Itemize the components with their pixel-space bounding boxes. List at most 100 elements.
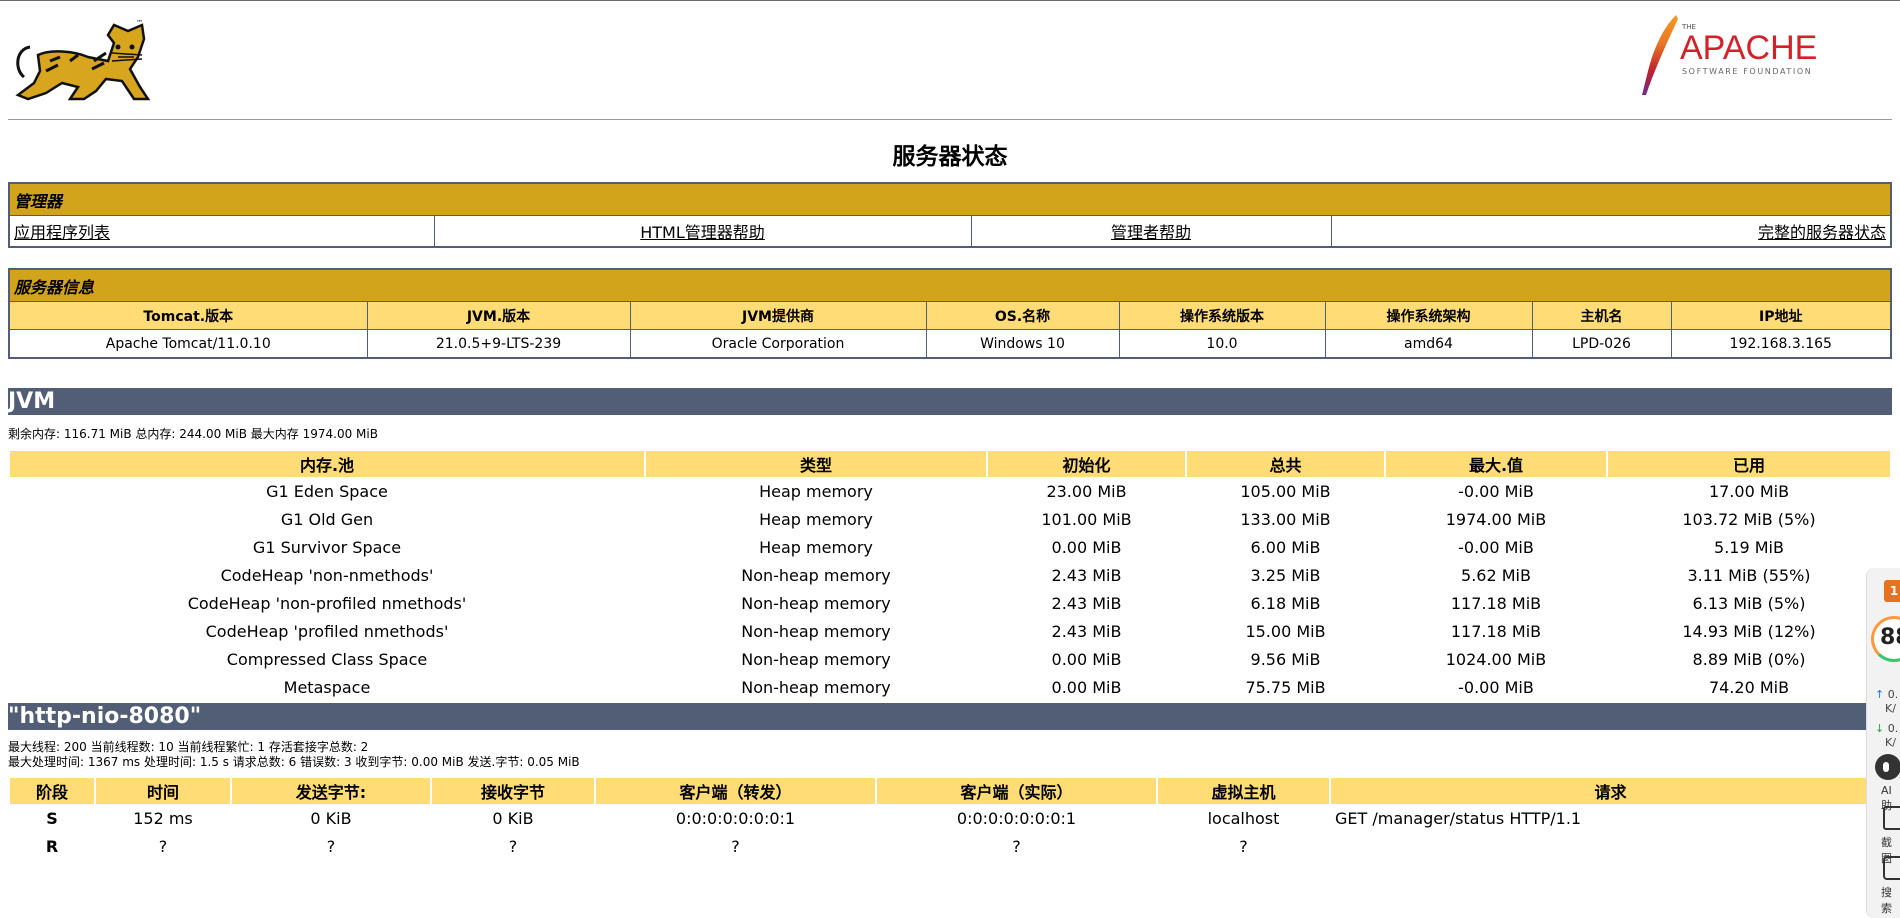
connector-section-title: "http-nio-8080" bbox=[8, 703, 1892, 730]
pool-initial-cell: 0.00 MiB bbox=[1051, 537, 1122, 557]
pool-type-cell: Heap memory bbox=[759, 509, 873, 529]
virtual-host-cell: ? bbox=[1239, 836, 1248, 856]
pool-max-cell: -0.00 MiB bbox=[1458, 481, 1534, 501]
memory-pool-row: G1 Old Gen Heap memory 101.00 MiB 133.00 Mi… bbox=[10, 505, 1890, 533]
ip-address-value: 192.168.3.165 bbox=[1670, 329, 1892, 359]
pool-total-cell: 3.25 MiB bbox=[1250, 565, 1321, 585]
pool-used-cell: 8.89 MiB (0%) bbox=[1692, 649, 1806, 669]
pool-initial-cell: 2.43 MiB bbox=[1051, 621, 1122, 641]
memory-pool-row: Compressed Class Space Non-heap memory 0.0… bbox=[10, 645, 1890, 673]
pool-total-cell: 105.00 MiB bbox=[1240, 481, 1331, 501]
pool-used-cell: 14.93 MiB (12%) bbox=[1682, 621, 1816, 641]
pool-initial-cell: 2.43 MiB bbox=[1051, 593, 1122, 613]
os-arch-value: amd64 bbox=[1324, 329, 1533, 359]
header-ip-address: IP地址 bbox=[1670, 301, 1892, 330]
jvm-section-title: JVM bbox=[8, 388, 1892, 415]
pool-type-cell: Non-heap memory bbox=[741, 593, 891, 613]
pool-total-cell: 15.00 MiB bbox=[1245, 621, 1326, 641]
request-table: 阶段 时间 发送字节: 接收字节 客户端（转发） 客户端（实际） 虚拟主机 请求… bbox=[8, 778, 1892, 860]
client-forwarded-cell: ? bbox=[731, 836, 740, 856]
request-row: S 152 ms 0 KiB 0 KiB 0:0:0:0:0:0:0:1 0:0:0:0:… bbox=[10, 804, 1890, 832]
pool-total-cell: 6.00 MiB bbox=[1250, 537, 1321, 557]
pool-type-cell: Heap memory bbox=[759, 481, 873, 501]
search-label: 搜索 bbox=[1881, 886, 1892, 915]
pool-type-cell: Non-heap memory bbox=[741, 565, 891, 585]
mgr-link-cell: 完整的服务器状态 bbox=[1330, 215, 1892, 248]
header-bytes-sent: 发送字节: bbox=[232, 778, 430, 804]
bytes-sent-cell: 0 KiB bbox=[310, 808, 352, 828]
pool-used-cell: 3.11 MiB (55%) bbox=[1687, 565, 1811, 585]
screenshot-icon[interactable] bbox=[1883, 806, 1900, 830]
upload-speed: ↑ 0. bbox=[1875, 688, 1898, 701]
time-cell: 152 ms bbox=[133, 808, 193, 828]
manager-help-link[interactable]: 管理者帮助 bbox=[1111, 223, 1191, 242]
pool-name-cell: CodeHeap 'non-profiled nmethods' bbox=[187, 593, 467, 613]
pool-type-cell: Non-heap memory bbox=[741, 621, 891, 641]
manager-title: 管理器 bbox=[8, 182, 1892, 216]
memory-pool-row: CodeHeap 'non-nmethods' Non-heap memory 2.… bbox=[10, 561, 1890, 589]
pool-initial-cell: 0.00 MiB bbox=[1051, 677, 1122, 697]
notification-badge[interactable]: 1 bbox=[1884, 580, 1900, 602]
hostname-value: LPD-026 bbox=[1531, 329, 1672, 359]
header-tomcat-version: Tomcat.版本 bbox=[8, 301, 368, 330]
page-title: 服务器状态 bbox=[892, 144, 1008, 170]
header-maximum: 最大.值 bbox=[1386, 451, 1606, 477]
mgr-link-cell: 管理者帮助 bbox=[970, 215, 1332, 248]
pool-max-cell: 1024.00 MiB bbox=[1445, 649, 1547, 669]
pool-name-cell: CodeHeap 'non-nmethods' bbox=[220, 565, 434, 585]
pool-total-cell: 75.75 MiB bbox=[1245, 677, 1326, 697]
header-jvm-version: JVM.版本 bbox=[366, 301, 631, 330]
memory-pool-row: CodeHeap 'profiled nmethods' Non-heap mem… bbox=[10, 617, 1890, 645]
header-initial: 初始化 bbox=[988, 451, 1185, 477]
bytes-sent-cell: ? bbox=[326, 836, 336, 856]
memory-pool-row: Metaspace Non-heap memory 0.00 MiB 75.75 Mi… bbox=[10, 673, 1890, 701]
os-name-value: Windows 10 bbox=[925, 329, 1120, 359]
virtual-host-cell: localhost bbox=[1207, 808, 1280, 828]
pool-name-cell: Compressed Class Space bbox=[226, 649, 428, 669]
pool-used-cell: 5.19 MiB bbox=[1714, 537, 1784, 557]
pool-name-cell: CodeHeap 'profiled nmethods' bbox=[205, 621, 449, 641]
complete-server-status-link[interactable]: 完整的服务器状态 bbox=[1758, 223, 1886, 242]
html-manager-help-link[interactable]: HTML管理器帮助 bbox=[640, 223, 765, 242]
header-client-forwarded: 客户端（转发） bbox=[596, 778, 875, 804]
header: ™ THE APACHE SOFTWARE FOUNDATION bbox=[8, 1, 1892, 120]
ai-assistant-icon[interactable] bbox=[1875, 754, 1900, 780]
server-info-title: 服务器信息 bbox=[8, 268, 1892, 302]
pool-name-cell: Metaspace bbox=[283, 677, 371, 697]
header-os-arch: 操作系统架构 bbox=[1324, 301, 1533, 330]
stage-cell: S bbox=[46, 808, 58, 828]
client-forwarded-cell: 0:0:0:0:0:0:0:1 bbox=[675, 808, 796, 828]
apache-wordmark: APACHE bbox=[1680, 29, 1817, 67]
jvm-memory-summary: 剩余内存: 116.71 MiB 总内存: 244.00 MiB 最大内存 19… bbox=[8, 427, 378, 441]
pool-max-cell: 117.18 MiB bbox=[1450, 621, 1542, 641]
floating-monitor-widget[interactable]: 1 88 ↑ 0. K/ ↓ 0. K/ AI助 截图 搜索 bbox=[1866, 568, 1900, 918]
pool-initial-cell: 2.43 MiB bbox=[1051, 565, 1122, 585]
pool-used-cell: 17.00 MiB bbox=[1708, 481, 1790, 501]
gauge-value: 88 bbox=[1880, 625, 1900, 650]
jvm-vendor-value: Oracle Corporation bbox=[629, 329, 927, 359]
performance-gauge[interactable]: 88 bbox=[1871, 616, 1900, 662]
pool-max-cell: 1974.00 MiB bbox=[1445, 509, 1547, 529]
pool-used-cell: 103.72 MiB (5%) bbox=[1682, 509, 1816, 529]
pool-max-cell: 5.62 MiB bbox=[1461, 565, 1531, 585]
pool-used-cell: 6.13 MiB (5%) bbox=[1692, 593, 1806, 613]
app-list-link[interactable]: 应用程序列表 bbox=[14, 223, 110, 242]
pool-max-cell: 117.18 MiB bbox=[1450, 593, 1542, 613]
header-os-version: 操作系统版本 bbox=[1118, 301, 1326, 330]
header-jvm-vendor: JVM提供商 bbox=[629, 301, 927, 330]
pool-max-cell: -0.00 MiB bbox=[1458, 677, 1534, 697]
memory-pool-row: G1 Eden Space Heap memory 23.00 MiB 105.00 … bbox=[10, 477, 1890, 505]
header-used: 已用 bbox=[1608, 451, 1890, 477]
header-time: 时间 bbox=[96, 778, 230, 804]
connector-request-summary: 最大处理时间: 1367 ms 处理时间: 1.5 s 请求总数: 6 错误数:… bbox=[8, 755, 580, 769]
download-unit: K/ bbox=[1885, 736, 1896, 749]
header-total: 总共 bbox=[1187, 451, 1384, 477]
pool-name-cell: G1 Eden Space bbox=[266, 481, 388, 501]
header-memory-pool: 内存.池 bbox=[10, 451, 644, 477]
tomcat-version-value: Apache Tomcat/11.0.10 bbox=[8, 329, 368, 359]
apache-logo: THE APACHE SOFTWARE FOUNDATION bbox=[1642, 15, 1817, 95]
request-cell: GET /manager/status HTTP/1.1 bbox=[1335, 808, 1582, 828]
mgr-link-cell: HTML管理器帮助 bbox=[433, 215, 972, 248]
search-icon[interactable] bbox=[1883, 856, 1900, 880]
pool-type-cell: Heap memory bbox=[759, 537, 873, 557]
